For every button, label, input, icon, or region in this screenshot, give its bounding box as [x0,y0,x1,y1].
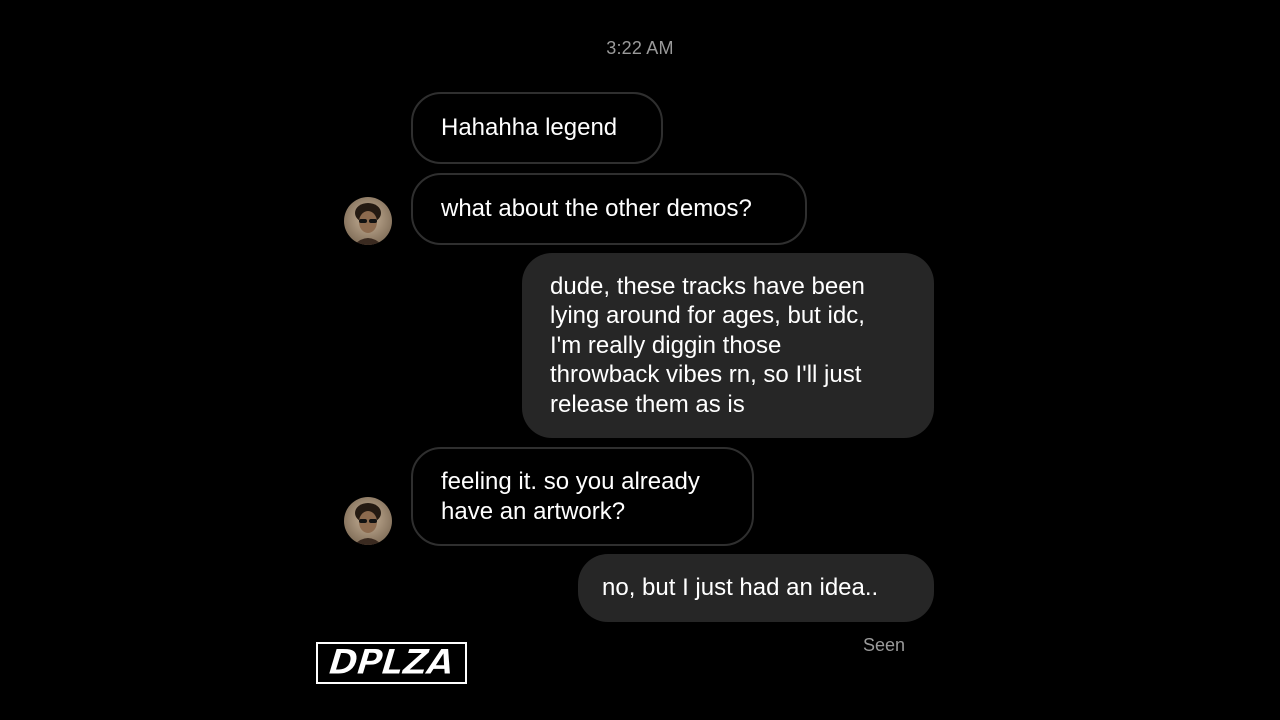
brand-logo-text: DPLZA [327,642,457,683]
message-bubble-incoming[interactable]: what about the other demos? [411,173,807,245]
contact-avatar[interactable] [344,197,392,245]
brand-logo: DPLZA [316,642,467,684]
avatar-photo-icon [344,497,392,545]
message-timestamp: 3:22 AM [606,38,674,58]
seen-status: Seen [863,635,906,655]
avatar-photo-icon [344,197,392,245]
contact-avatar[interactable] [344,497,392,545]
message-bubble-incoming[interactable]: feeling it. so you already have an artwo… [411,447,754,546]
message-bubble-outgoing[interactable]: no, but I just had an idea.. [578,554,934,622]
message-bubble-outgoing[interactable]: dude, these tracks have been lying aroun… [522,253,934,438]
message-bubble-incoming[interactable]: Hahahha legend [411,92,663,164]
